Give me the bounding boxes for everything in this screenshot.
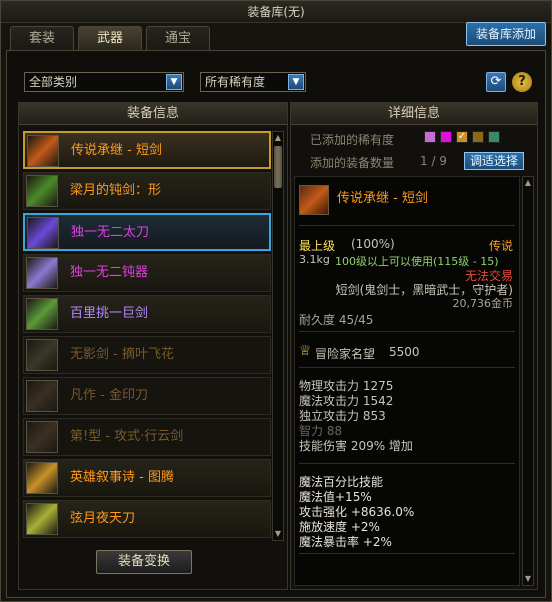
scroll-up-icon[interactable]: ▲ bbox=[523, 178, 533, 188]
equipment-item-name: 百里挑一巨剑 bbox=[70, 306, 149, 321]
refresh-icon: ⟳ bbox=[490, 74, 502, 89]
tooltip-bonus-line: 魔法暴击率 +2% bbox=[299, 535, 392, 549]
equipment-list-item[interactable]: 独一无二钝器 bbox=[23, 254, 271, 292]
equipment-item-name: 梁月的钝剑：形 bbox=[70, 183, 162, 198]
weapon-icon bbox=[27, 217, 59, 249]
refresh-button[interactable]: ⟳ bbox=[486, 72, 506, 92]
equipment-item-name: 英雄叙事诗 - 图腾 bbox=[70, 470, 174, 485]
tooltip-stat-line: 技能伤害 209% 增加 bbox=[299, 439, 413, 453]
divider bbox=[299, 331, 515, 332]
weapon-icon bbox=[26, 175, 58, 207]
category-dropdown-value: 全部类别 bbox=[29, 75, 78, 89]
adjust-selection-button[interactable]: 调适选择 bbox=[464, 152, 524, 170]
weapon-icon bbox=[26, 421, 58, 453]
equipment-item-name: 弦月夜天刀 bbox=[70, 511, 136, 526]
item-tooltip: 传说承继 - 短剑 最上级 (100%) 传说 3.1kg 100级以上可以使用… bbox=[294, 176, 520, 586]
equipment-item-name: 独一无二太刀 bbox=[71, 225, 150, 240]
weapon-icon bbox=[26, 380, 58, 412]
added-count-label: 添加的装备数量 bbox=[310, 156, 395, 170]
tooltip-item-name: 传说承继 - 短剑 bbox=[337, 191, 428, 206]
tooltip-grade: 最上级 bbox=[299, 239, 336, 253]
tooltip-rarity: 传说 bbox=[488, 239, 513, 253]
equipment-list-item[interactable]: 无影剑 - 摘叶飞花 bbox=[23, 336, 271, 374]
weapon-icon bbox=[26, 298, 58, 330]
tooltip-weight: 3.1kg bbox=[299, 253, 330, 266]
detail-panel-header: 详细信息 bbox=[291, 103, 537, 125]
added-count-value: 1 / 9 bbox=[420, 154, 447, 168]
equipment-list-item[interactable]: 英雄叙事诗 - 图腾 bbox=[23, 459, 271, 497]
tooltip-reputation-value: 5500 bbox=[389, 345, 420, 359]
rarity-swatch[interactable]: ✓ bbox=[456, 131, 468, 143]
chevron-down-icon: ▼ bbox=[288, 74, 304, 90]
add-store-button[interactable]: 装备库添加 bbox=[466, 22, 546, 46]
list-scrollbar[interactable]: ▲ ▼ bbox=[272, 131, 284, 541]
category-dropdown[interactable]: 全部类别 ▼ bbox=[24, 72, 184, 92]
weapon-icon bbox=[27, 135, 59, 167]
equipment-item-name: 凡作 - 金印刀 bbox=[70, 388, 148, 403]
reputation-icon: ♕ bbox=[299, 343, 312, 359]
tooltip-grade-pct: (100%) bbox=[351, 237, 395, 251]
equipment-list-item[interactable]: 梁月的钝剑：形 bbox=[23, 172, 271, 210]
tab-weapon[interactable]: 武器 bbox=[78, 26, 142, 50]
list-scroll-thumb[interactable] bbox=[274, 146, 282, 188]
equipment-item-name: 独一无二钝器 bbox=[70, 265, 149, 280]
equipment-item-name: 无影剑 - 摘叶飞花 bbox=[70, 347, 174, 362]
tab-tongbao[interactable]: 通宝 bbox=[146, 26, 210, 50]
divider bbox=[299, 367, 515, 368]
equipment-list-header: 装备信息 bbox=[19, 103, 287, 125]
equipment-list-item[interactable]: 独一无二太刀 bbox=[23, 213, 271, 251]
weapon-icon bbox=[26, 339, 58, 371]
question-icon: ? bbox=[518, 74, 526, 89]
equipment-list-item[interactable]: 弦月夜天刀 bbox=[23, 500, 271, 538]
tab-bar: 套装 武器 通宝 bbox=[10, 26, 210, 50]
equipment-item-name: 第!型 - 攻式·行云剑 bbox=[70, 429, 184, 444]
window-title: 装备库(无) bbox=[1, 1, 551, 23]
rarity-dropdown-value: 所有稀有度 bbox=[205, 75, 266, 89]
tooltip-scrollbar[interactable]: ▲ ▼ bbox=[522, 176, 534, 586]
equipment-list-item[interactable]: 百里挑一巨剑 bbox=[23, 295, 271, 333]
tooltip-reputation-label: 冒险家名望 bbox=[315, 347, 376, 361]
equipment-list-item[interactable]: 传说承继 - 短剑 bbox=[23, 131, 271, 169]
tooltip-durability: 耐久度 45/45 bbox=[299, 313, 374, 327]
weapon-icon bbox=[26, 503, 58, 535]
item-sword-icon bbox=[299, 185, 329, 215]
added-rarity-label: 已添加的稀有度 bbox=[310, 133, 395, 147]
rarity-swatch[interactable] bbox=[440, 131, 452, 143]
tooltip-price: 20,736金币 bbox=[452, 297, 514, 310]
equipment-list-item[interactable]: 第!型 - 攻式·行云剑 bbox=[23, 418, 271, 456]
scroll-down-icon[interactable]: ▼ bbox=[273, 529, 283, 539]
weapon-icon bbox=[26, 257, 58, 289]
divider bbox=[299, 463, 515, 464]
convert-equipment-button[interactable]: 装备变换 bbox=[96, 550, 192, 574]
rarity-swatch[interactable] bbox=[424, 131, 436, 143]
divider bbox=[299, 225, 515, 226]
divider bbox=[299, 553, 515, 554]
chevron-down-icon: ▼ bbox=[166, 74, 182, 90]
scroll-down-icon[interactable]: ▼ bbox=[523, 574, 533, 584]
equipment-list-panel: 装备信息 传说承继 - 短剑 梁月的钝剑：形 独一无二太刀 独一无二钝器 百里挑一巨剑无… bbox=[18, 102, 288, 590]
equipment-item-name: 传说承继 - 短剑 bbox=[71, 143, 162, 158]
rarity-swatch[interactable] bbox=[488, 131, 500, 143]
rarity-dropdown[interactable]: 所有稀有度 ▼ bbox=[200, 72, 306, 92]
weapon-icon bbox=[26, 462, 58, 494]
rarity-swatch[interactable] bbox=[472, 131, 484, 143]
equipment-list-item[interactable]: 凡作 - 金印刀 bbox=[23, 377, 271, 415]
scroll-up-icon[interactable]: ▲ bbox=[273, 133, 283, 143]
help-button[interactable]: ? bbox=[512, 72, 532, 92]
tab-set[interactable]: 套装 bbox=[10, 26, 74, 50]
